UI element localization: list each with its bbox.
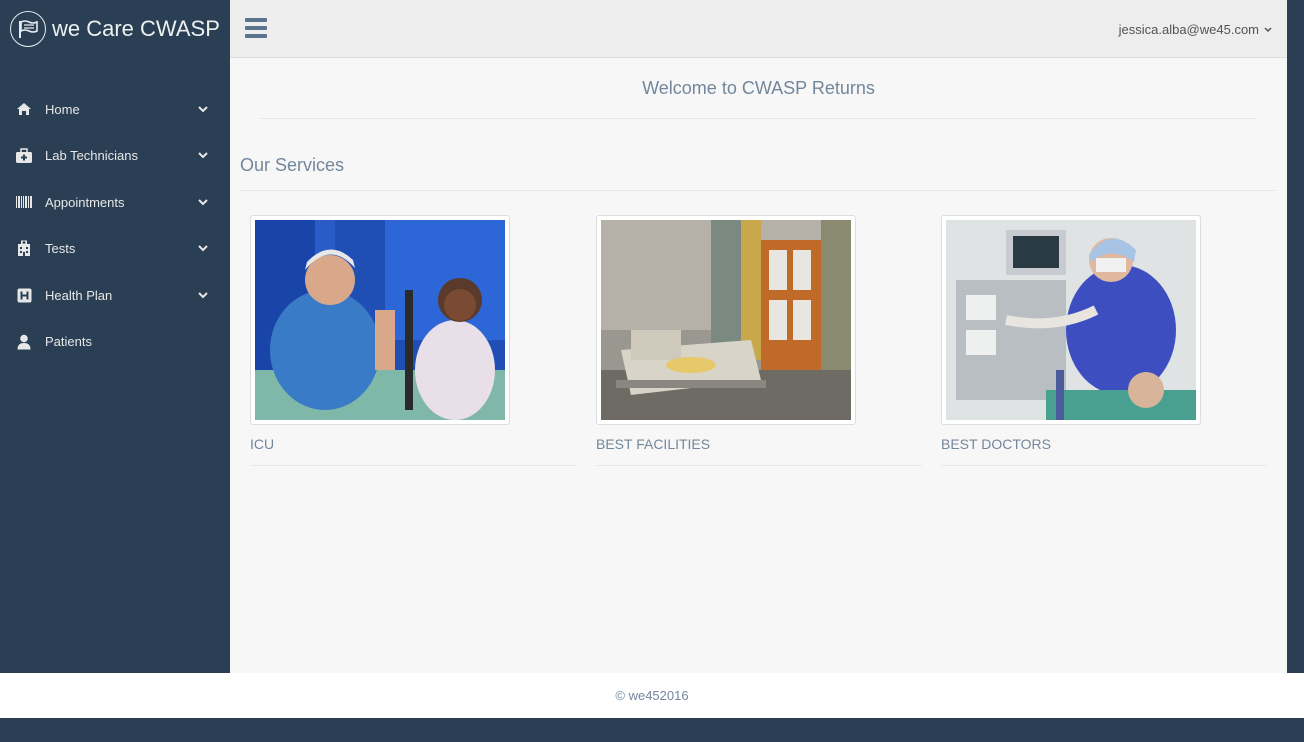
- service-card-facilities: BEST FACILITIES: [596, 215, 922, 466]
- divider: [941, 465, 1267, 466]
- divider: [250, 465, 576, 466]
- service-caption[interactable]: BEST DOCTORS: [941, 436, 1267, 454]
- service-card-doctors: BEST DOCTORS: [941, 215, 1267, 466]
- sidebar-item-label: Patients: [45, 334, 92, 350]
- main-content: Welcome to CWASP Returns Our Services IC…: [230, 58, 1287, 673]
- doctors-image: [946, 220, 1196, 420]
- footer-text: © we452016: [615, 688, 689, 703]
- service-thumbnail[interactable]: [941, 215, 1201, 425]
- sidebar-item-home[interactable]: Home: [0, 86, 230, 133]
- sidebar: we Care CWASP Home Lab Technicians Appoi…: [0, 0, 230, 673]
- sidebar-item-label: Health Plan: [45, 287, 113, 303]
- sidebar-item-patients[interactable]: Patients: [0, 319, 230, 366]
- icu-image: [255, 220, 505, 420]
- sidebar-item-lab-technicians[interactable]: Lab Technicians: [0, 133, 230, 180]
- user-menu[interactable]: jessica.alba@we45.com: [1119, 22, 1273, 37]
- divider: [260, 118, 1257, 119]
- footer: © we452016: [0, 673, 1304, 718]
- service-caption[interactable]: ICU: [250, 436, 576, 454]
- services-grid: ICU BEST FACILITIES BEST DOCTORS: [250, 215, 1267, 475]
- top-nav: jessica.alba@we45.com: [230, 0, 1287, 58]
- chevron-down-icon: [198, 290, 208, 300]
- section-title: Our Services: [240, 155, 345, 175]
- chevron-down-icon: [198, 197, 208, 207]
- facilities-image: [601, 220, 851, 420]
- sidebar-item-tests[interactable]: Tests: [0, 226, 230, 273]
- user-icon: [15, 333, 33, 351]
- sidebar-item-label: Lab Technicians: [45, 148, 138, 164]
- flag-icon: [10, 11, 46, 47]
- bottom-bar: [0, 718, 1304, 742]
- service-caption[interactable]: BEST FACILITIES: [596, 436, 922, 454]
- chevron-down-icon: [198, 104, 208, 114]
- service-thumbnail[interactable]: [596, 215, 856, 425]
- home-icon: [15, 100, 33, 118]
- chevron-down-icon: [198, 244, 208, 254]
- divider: [240, 190, 1277, 191]
- sidebar-menu: Home Lab Technicians Appointments Tests …: [0, 86, 230, 365]
- sidebar-item-label: Home: [45, 101, 80, 117]
- page-title: Welcome to CWASP Returns: [642, 78, 875, 98]
- brand[interactable]: we Care CWASP: [0, 0, 230, 58]
- hospital-icon: [15, 240, 33, 258]
- medkit-icon: [15, 147, 33, 165]
- brand-title: we Care CWASP: [52, 16, 220, 41]
- service-card-icu: ICU: [250, 215, 576, 466]
- sidebar-item-label: Tests: [45, 241, 76, 257]
- sidebar-item-label: Appointments: [45, 194, 125, 210]
- chevron-down-icon: [198, 151, 208, 161]
- scrollbar-track[interactable]: [1287, 0, 1304, 673]
- barcode-icon: [15, 193, 33, 211]
- sidebar-item-appointments[interactable]: Appointments: [0, 179, 230, 226]
- user-email: jessica.alba@we45.com: [1118, 22, 1259, 37]
- chevron-down-icon: [1263, 25, 1273, 35]
- divider: [596, 465, 922, 466]
- sidebar-item-health-plan[interactable]: Health Plan: [0, 272, 230, 319]
- service-thumbnail[interactable]: [250, 215, 510, 425]
- h-square-icon: [15, 286, 33, 304]
- menu-toggle-icon[interactable]: [245, 18, 267, 38]
